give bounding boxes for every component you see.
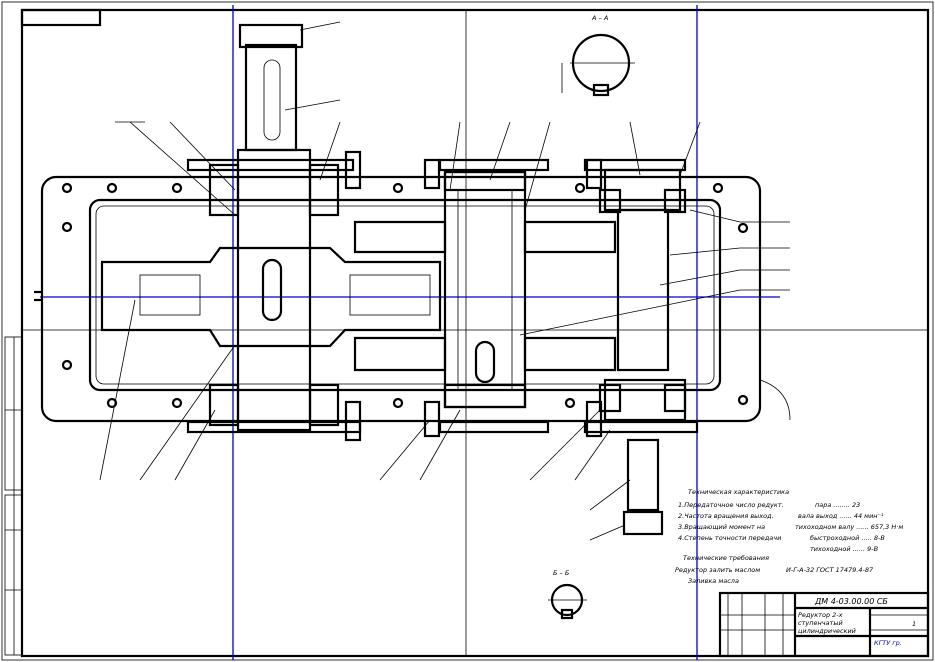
tech-spec-line: 1.Передаточное число редукт. [678,501,784,509]
tech-spec-value: тихоходном валу ...... 657,3 Н·м [795,523,903,531]
tech-spec-value: тихоходной ...... 9-В [810,545,879,553]
section-b-label: Б – Б [553,569,570,577]
section-a-label: А – А [591,14,608,22]
tech-spec-value: пара ........ 23 [815,501,860,509]
tech-req-line: Редуктор залить маслом [675,566,760,574]
intermediate-shaft [443,170,527,409]
drawing-name-line: Редуктор 2-х [798,611,843,619]
drawing-name-line: ступенчатый [798,619,843,627]
tech-spec-title: Техническая характеристика [688,488,789,496]
technical-specification: Техническая характеристика 1.Передаточно… [675,488,903,585]
drawing-designation: ДМ 4-03.00.00 СБ [814,597,888,606]
organization: КГТУ гр. [874,639,902,647]
tech-spec-value: быстроходной ..... 8-В [810,534,885,542]
tech-req-line: Заливка масла [688,577,739,585]
input-shaft [598,168,687,536]
drawing-name-line: цилиндрический [798,627,856,635]
output-shaft [208,23,340,432]
center-lines [22,5,928,660]
section-b-view: Б – Б [548,569,587,620]
tech-req-standard: И-Г-А-32 ГОСТ 17479.4-87 [786,566,874,574]
gearbox-housing [34,158,791,434]
housing-bolts [61,150,749,442]
tech-spec-line: 3.Вращающий момент на [678,523,765,531]
tech-spec-value: вала выход ...... 44 мин⁻¹ [798,512,884,520]
tech-req-title: Технические требования [683,554,769,562]
tech-spec-line: 2.Частота вращения выход. [678,512,774,520]
tech-spec-line: 4.Степень точности передачи [678,534,781,542]
sheet-number: 1 [912,620,916,628]
section-a-view: А – А [561,14,635,97]
cad-drawing-sheet: А – А Б – Б Техническая характеристика 1… [1,1,934,661]
intermediate-gear [353,220,617,372]
title-block: ДМ 4-03.00.00 СБ Редуктор 2-х ступенчаты… [718,591,930,658]
